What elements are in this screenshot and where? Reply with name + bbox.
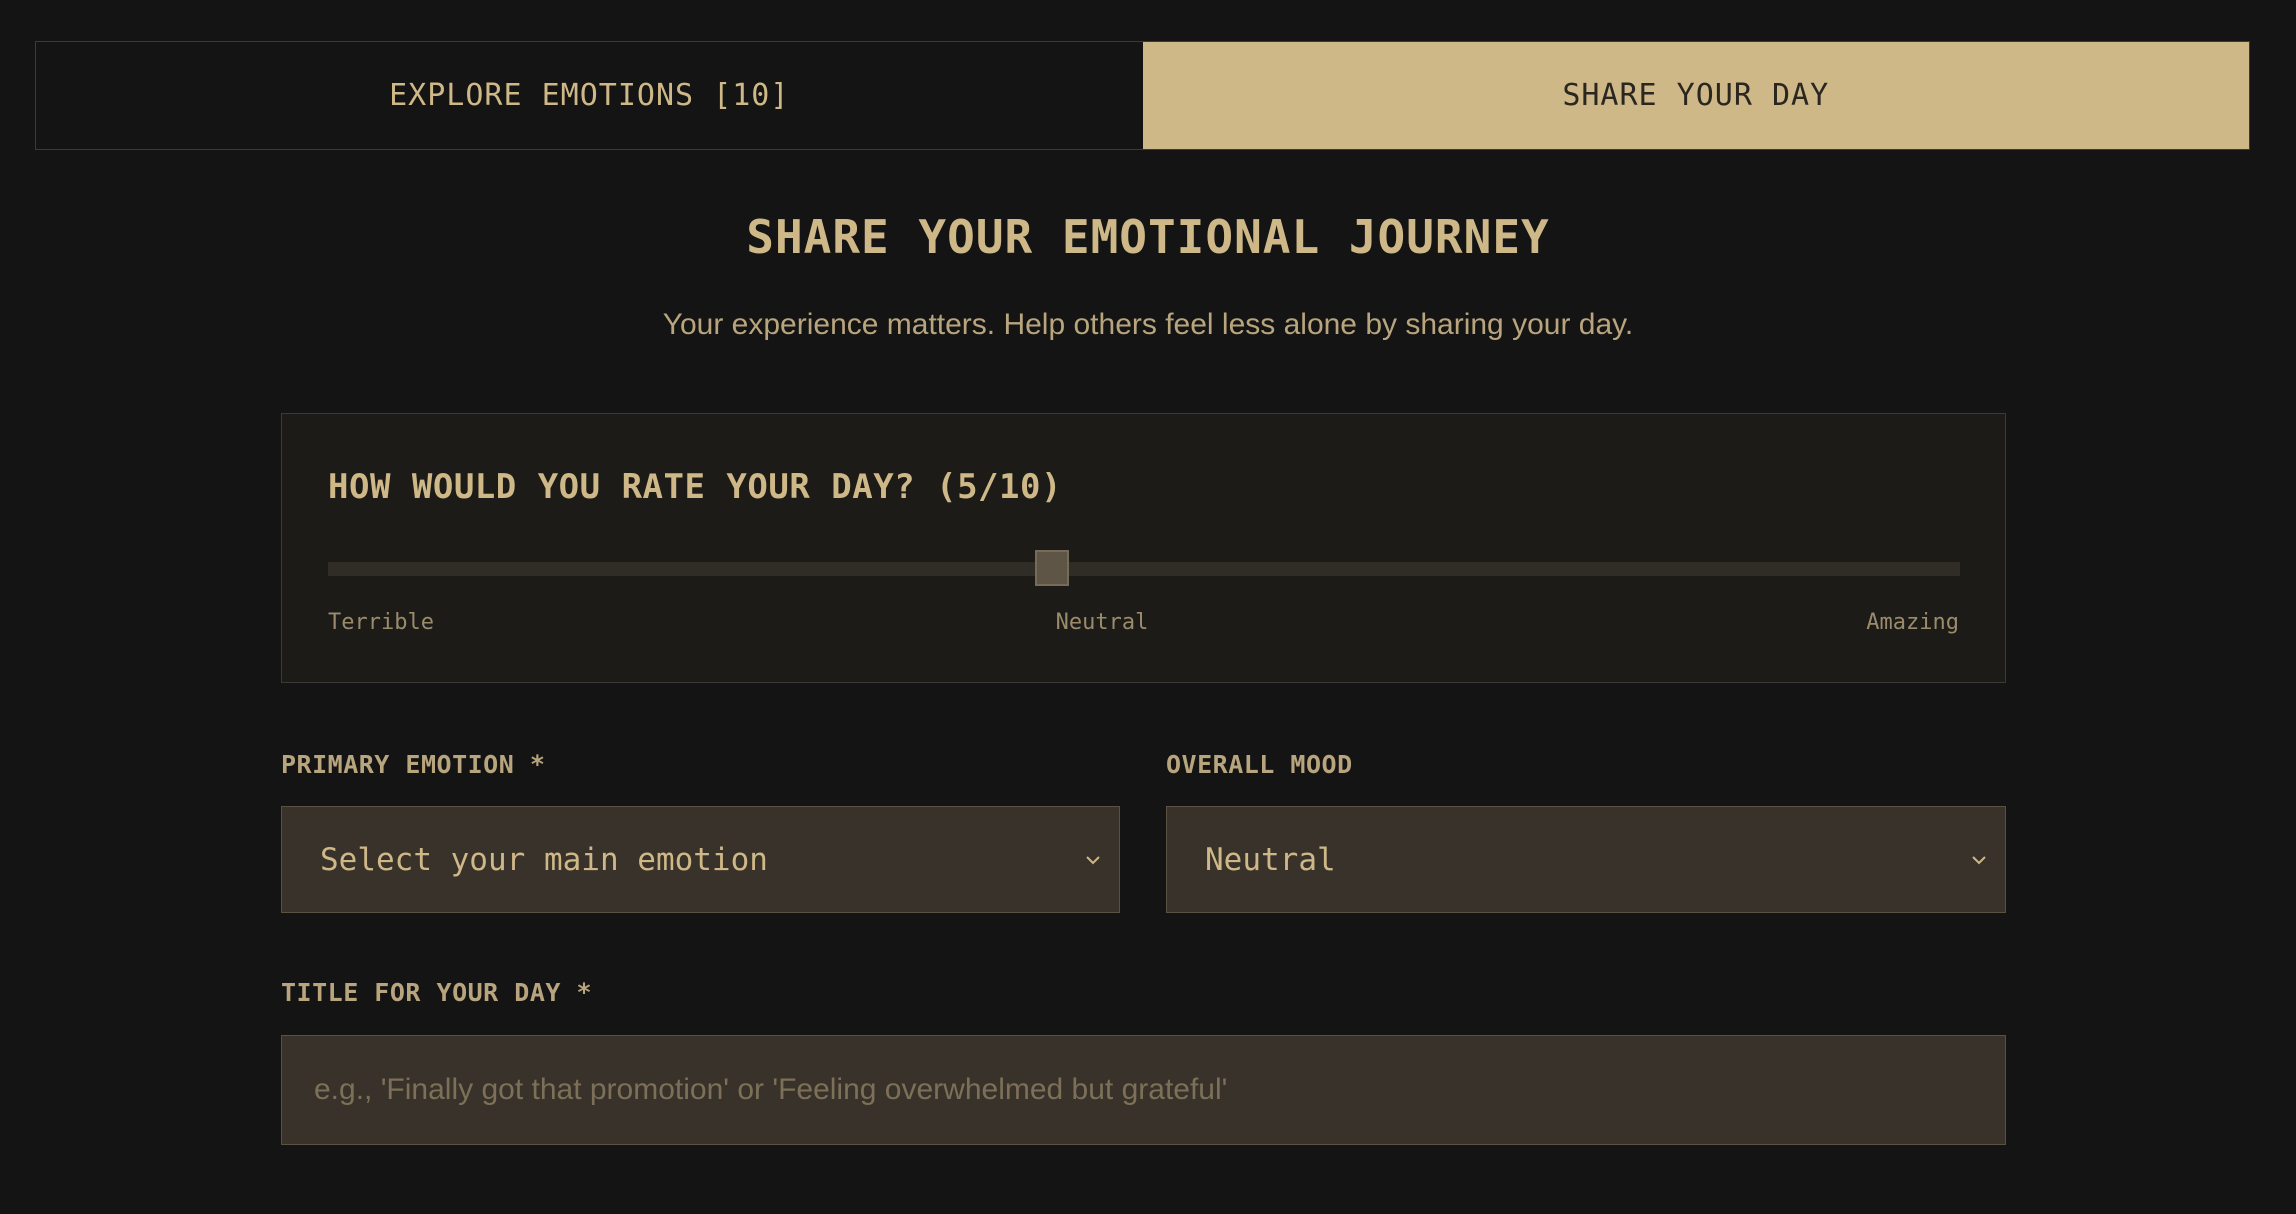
chevron-down-icon <box>1085 852 1101 868</box>
rating-label-terrible: Terrible <box>328 610 434 635</box>
overall-mood-label: OVERALL MOOD <box>1166 750 1353 779</box>
day-rating-slider-thumb[interactable] <box>1035 550 1069 586</box>
rating-label-neutral-text: Neutral <box>1055 610 1149 635</box>
chevron-down-icon <box>1971 852 1987 868</box>
page-subtitle: Your experience matters. Help others fee… <box>662 308 1634 341</box>
day-rating-title: HOW WOULD YOU RATE YOUR DAY? (5/10) <box>328 467 1062 507</box>
tab-share-your-day-label: SHARE YOUR DAY <box>1562 78 1830 113</box>
primary-emotion-label: PRIMARY EMOTION * <box>281 750 546 779</box>
overall-mood-select[interactable]: Neutral <box>1166 806 2006 913</box>
page-title: SHARE YOUR EMOTIONAL JOURNEY <box>746 210 1550 264</box>
day-rating-card: HOW WOULD YOU RATE YOUR DAY? (5/10) Terr… <box>281 413 2006 683</box>
day-title-input[interactable] <box>281 1035 2006 1145</box>
tab-explore-emotions[interactable]: EXPLORE EMOTIONS [10] <box>36 42 1143 149</box>
primary-emotion-value: Select your main emotion <box>320 841 768 878</box>
tab-share-your-day[interactable]: SHARE YOUR DAY <box>1142 42 2249 149</box>
day-rating-slider-track[interactable] <box>328 562 1960 576</box>
primary-emotion-select[interactable]: Select your main emotion <box>281 806 1120 913</box>
rating-label-amazing: Amazing <box>1866 610 1959 635</box>
tab-explore-emotions-label: EXPLORE EMOTIONS [10] <box>389 78 790 113</box>
tab-bar: EXPLORE EMOTIONS [10] SHARE YOUR DAY <box>35 41 2250 150</box>
day-title-label: TITLE FOR YOUR DAY * <box>281 978 593 1007</box>
overall-mood-value: Neutral <box>1205 841 1336 878</box>
